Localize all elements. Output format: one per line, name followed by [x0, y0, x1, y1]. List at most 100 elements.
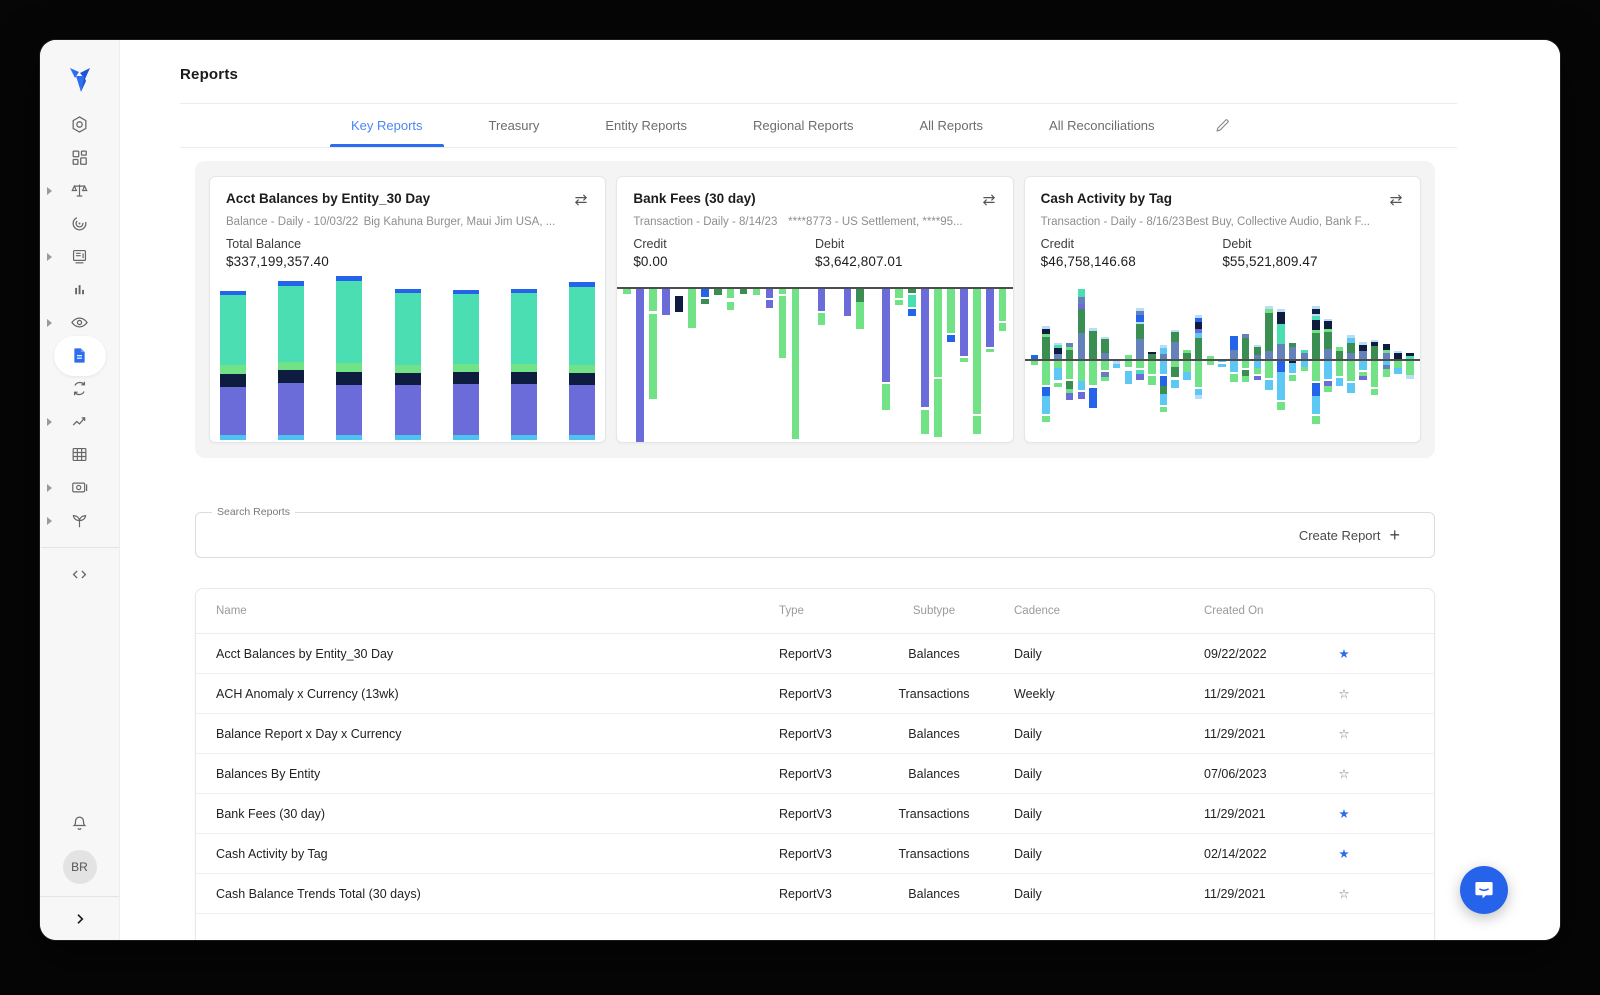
sidebar-item-growth[interactable]: [40, 504, 119, 537]
expand-caret-icon[interactable]: [47, 418, 52, 426]
cell-name: ACH Anomaly x Currency (13wk): [216, 687, 779, 701]
sidebar-item-monitor[interactable]: [40, 306, 119, 339]
report-card[interactable]: Cash Activity by Tag Transaction - Daily …: [1024, 176, 1421, 443]
cell-name: Cash Balance Trends Total (30 days): [216, 887, 779, 901]
sidebar-nav: [40, 108, 119, 591]
notifications-button[interactable]: [40, 807, 119, 840]
sidebar-item-balances[interactable]: [40, 174, 119, 207]
table-row[interactable]: Balance Report x Day x CurrencyReportV3B…: [196, 714, 1434, 754]
table-row[interactable]: ACH Anomaly x Currency (13wk)ReportV3Tra…: [196, 674, 1434, 714]
star-icon-outline[interactable]: ☆: [1304, 766, 1384, 781]
sidebar-item-analysis[interactable]: [40, 273, 119, 306]
star-icon-outline[interactable]: ☆: [1304, 886, 1384, 901]
cell-subtype: Balances: [854, 727, 1014, 741]
swap-arrows-icon[interactable]: [1388, 193, 1404, 212]
plant-icon: [70, 511, 89, 530]
swap-arrows-icon[interactable]: [573, 193, 589, 212]
sidebar-item-settings[interactable]: [40, 108, 119, 141]
search-box: Search Reports Create Report +: [195, 512, 1435, 558]
tab-bar: Key Reports Treasury Entity Reports Regiona…: [180, 104, 1457, 148]
reports-table: NameTypeSubtypeCadenceCreated On Acct Ba…: [195, 588, 1435, 940]
create-report-button[interactable]: Create Report +: [1299, 526, 1400, 544]
metric-label: Debit: [815, 237, 997, 251]
cell-created-on: 07/06/2023: [1204, 767, 1304, 781]
cell-cadence: Weekly: [1014, 687, 1204, 701]
star-icon-filled[interactable]: ★: [1304, 846, 1384, 861]
metric-value: $46,758,146.68: [1041, 254, 1223, 269]
star-icon-filled[interactable]: ★: [1304, 646, 1384, 661]
sidebar-item-insights[interactable]: [40, 207, 119, 240]
sidebar-item-sync[interactable]: [40, 372, 119, 405]
cell-created-on: 11/29/2021: [1204, 727, 1304, 741]
cell-created-on: 11/29/2021: [1204, 807, 1304, 821]
sidebar-item-reports[interactable]: [40, 339, 119, 372]
code-icon: [70, 565, 89, 584]
sidebar-bottom: BR: [40, 807, 119, 940]
sidebar-item-dashboard[interactable]: [40, 141, 119, 174]
metric-value: $337,199,357.40: [226, 254, 415, 269]
cell-type: ReportV3: [779, 727, 854, 741]
sidebar-item-data-tables[interactable]: [40, 438, 119, 471]
tab-treasury[interactable]: Treasury: [468, 104, 561, 147]
tab-all-reports[interactable]: All Reports: [898, 104, 1004, 147]
cell-cadence: Daily: [1014, 807, 1204, 821]
tab-regional-reports[interactable]: Regional Reports: [732, 104, 874, 147]
report-card[interactable]: Bank Fees (30 day)Transaction - Daily - …: [616, 176, 1013, 443]
cell-name: Balance Report x Day x Currency: [216, 727, 779, 741]
sidebar-item-forecast[interactable]: [40, 405, 119, 438]
tab-key-reports[interactable]: Key Reports: [330, 104, 444, 147]
card-title: Cash Activity by Tag: [1041, 191, 1172, 206]
expand-caret-icon[interactable]: [47, 253, 52, 261]
expand-caret-icon[interactable]: [47, 484, 52, 492]
metric-label: Credit: [633, 237, 815, 251]
sidebar-item-developer[interactable]: [40, 558, 119, 591]
cell-subtype: Transactions: [854, 807, 1014, 821]
sidebar: BR: [40, 40, 120, 940]
search-input[interactable]: [196, 513, 1434, 557]
card-chart: [1025, 275, 1420, 442]
column-header-created-on: Created On: [1204, 605, 1304, 617]
table-row[interactable]: Bank Fees (30 day)ReportV3TransactionsDa…: [196, 794, 1434, 834]
card-meta-right: Big Kahuna Burger, Maui Jim USA, ...: [364, 216, 556, 228]
cell-type: ReportV3: [779, 767, 854, 781]
star-icon-filled[interactable]: ★: [1304, 806, 1384, 821]
star-icon-outline[interactable]: ☆: [1304, 686, 1384, 701]
cell-name: Balances By Entity: [216, 767, 779, 781]
cell-created-on: 02/14/2022: [1204, 847, 1304, 861]
avatar[interactable]: BR: [63, 850, 97, 884]
column-header-subtype: Subtype: [854, 605, 1014, 617]
card-title: Acct Balances by Entity_30 Day: [226, 191, 430, 206]
metric-value: $0.00: [633, 254, 815, 269]
sidebar-item-payments[interactable]: [40, 471, 119, 504]
cell-subtype: Balances: [854, 767, 1014, 781]
card-chart: [617, 275, 1012, 442]
table-row[interactable]: Acct Balances by Entity_30 DayReportV3Ba…: [196, 634, 1434, 674]
chat-widget-button[interactable]: [1460, 866, 1508, 914]
tab-all-reconciliations[interactable]: All Reconciliations: [1028, 104, 1176, 147]
trovata-logo[interactable]: [58, 58, 102, 102]
dashboard-grid-icon: [70, 148, 89, 167]
card-meta-left: Transaction - Daily - 8/16/23: [1041, 216, 1185, 228]
table-row[interactable]: Cash Balance Trends Total (30 days)Repor…: [196, 874, 1434, 914]
sidebar-collapse-button[interactable]: [40, 896, 119, 940]
metric-label: Credit: [1041, 237, 1223, 251]
expand-caret-icon[interactable]: [47, 187, 52, 195]
table-row[interactable]: Balances By EntityReportV3BalancesDaily0…: [196, 754, 1434, 794]
tab-entity-reports[interactable]: Entity Reports: [584, 104, 708, 147]
sidebar-item-transactions[interactable]: [40, 240, 119, 273]
edit-tabs-button[interactable]: [1200, 104, 1245, 147]
cell-created-on: 11/29/2021: [1204, 687, 1304, 701]
star-icon-outline[interactable]: ☆: [1304, 726, 1384, 741]
cell-cadence: Daily: [1014, 887, 1204, 901]
column-header-type: Type: [779, 605, 854, 617]
sidebar-divider: [41, 547, 119, 548]
report-card[interactable]: Acct Balances by Entity_30 DayBalance - …: [209, 176, 606, 443]
expand-caret-icon[interactable]: [47, 319, 52, 327]
cell-subtype: Balances: [854, 887, 1014, 901]
expand-caret-icon[interactable]: [47, 517, 52, 525]
cell-subtype: Transactions: [854, 687, 1014, 701]
card-meta-right: Best Buy, Collective Audio, Bank F...: [1185, 216, 1370, 228]
cell-created-on: 11/29/2021: [1204, 887, 1304, 901]
table-row[interactable]: Cash Activity by TagReportV3Transactions…: [196, 834, 1434, 874]
swap-arrows-icon[interactable]: [981, 193, 997, 212]
